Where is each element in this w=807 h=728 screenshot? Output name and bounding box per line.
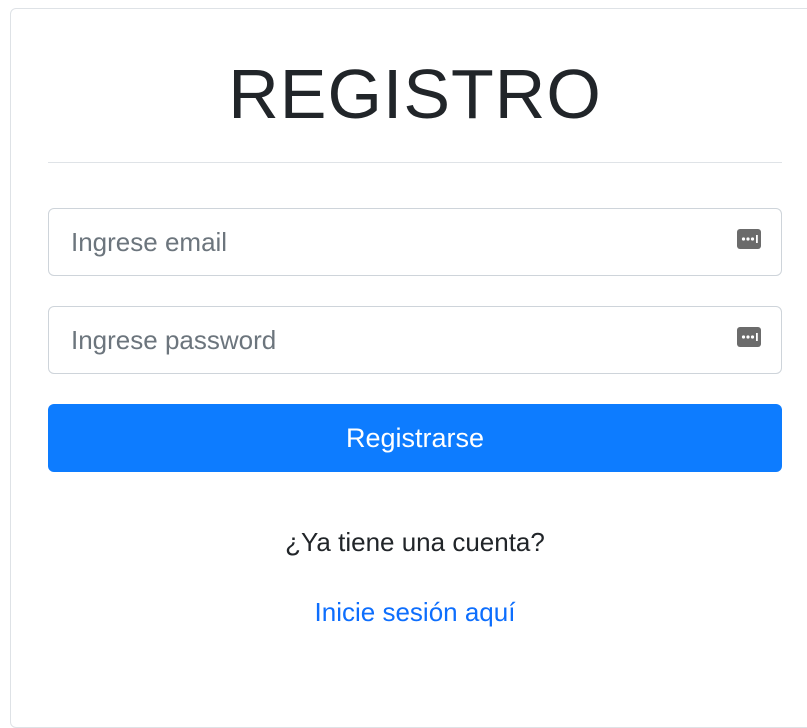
email-input[interactable] [49, 209, 781, 275]
password-field[interactable] [48, 306, 782, 374]
password-input[interactable] [49, 307, 781, 373]
login-link[interactable]: Inicie sesión aquí [10, 594, 807, 630]
register-button[interactable]: Registrarse [48, 404, 782, 472]
divider [48, 162, 782, 163]
password-manager-icon[interactable] [737, 229, 761, 249]
page-title: REGISTRO [228, 55, 602, 133]
account-prompt: ¿Ya tiene una cuenta? [285, 527, 545, 557]
password-manager-icon[interactable] [737, 327, 761, 347]
email-field[interactable] [48, 208, 782, 276]
